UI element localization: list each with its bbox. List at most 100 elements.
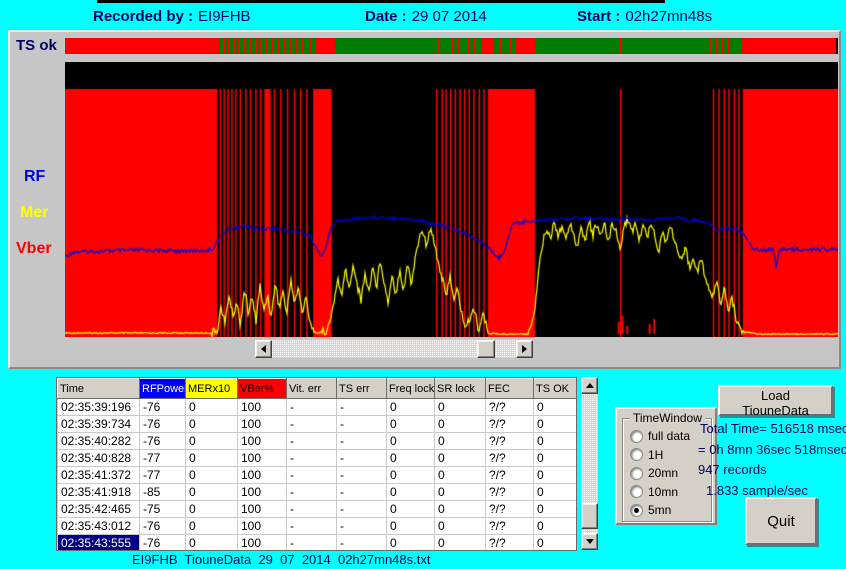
table-cell[interactable]: 02:35:43:012 — [58, 518, 140, 535]
table-cell[interactable]: 0 — [387, 501, 435, 518]
table-cell[interactable]: -77 — [140, 450, 186, 467]
table-cell[interactable]: 0 — [534, 484, 578, 501]
table-cell[interactable]: 02:35:40:282 — [58, 433, 140, 450]
table-cell[interactable]: 0 — [435, 484, 486, 501]
table-cell[interactable]: 0 — [186, 535, 238, 552]
table-scrollbar-thumb[interactable] — [581, 503, 598, 529]
table-cell[interactable]: 02:35:42:465 — [58, 501, 140, 518]
table-row[interactable]: 02:35:41:372-770100--00?/?0 — [58, 467, 578, 484]
table-cell[interactable]: 0 — [387, 467, 435, 484]
table-cell[interactable]: 02:35:39:196 — [58, 399, 140, 416]
table-cell[interactable]: 0 — [186, 484, 238, 501]
table-cell[interactable]: - — [287, 535, 337, 552]
table-cell[interactable]: 0 — [186, 518, 238, 535]
table-cell[interactable]: - — [337, 433, 387, 450]
load-tiounedata-button[interactable]: Load TiouneData — [718, 385, 833, 416]
table-cell[interactable]: - — [287, 399, 337, 416]
table-cell[interactable]: -85 — [140, 484, 186, 501]
table-cell[interactable]: 100 — [238, 416, 287, 433]
table-cell[interactable]: ?/? — [486, 535, 534, 552]
table-cell[interactable]: - — [337, 416, 387, 433]
table-row[interactable]: 02:35:39:196-760100--00?/?0 — [58, 399, 578, 416]
table-cell[interactable]: 0 — [534, 535, 578, 552]
table-cell[interactable]: - — [337, 467, 387, 484]
table-cell[interactable]: 100 — [238, 450, 287, 467]
table-cell[interactable]: 02:35:43:555 — [58, 535, 140, 552]
table-cell[interactable]: 100 — [238, 433, 287, 450]
table-cell[interactable]: 100 — [238, 501, 287, 518]
table-cell[interactable]: 0 — [387, 450, 435, 467]
table-cell[interactable]: - — [337, 399, 387, 416]
radio-5mn[interactable]: 5mn — [623, 501, 711, 520]
table-cell[interactable]: - — [337, 501, 387, 518]
table-cell[interactable]: 0 — [435, 450, 486, 467]
table-cell[interactable]: 0 — [387, 535, 435, 552]
table-cell[interactable]: 0 — [534, 399, 578, 416]
table-cell[interactable]: - — [287, 416, 337, 433]
table-cell[interactable]: - — [337, 450, 387, 467]
table-cell[interactable]: 0 — [387, 416, 435, 433]
table-cell[interactable]: 100 — [238, 467, 287, 484]
table-cell[interactable]: 0 — [435, 416, 486, 433]
table-cell[interactable]: -76 — [140, 518, 186, 535]
scroll-down-button[interactable] — [581, 533, 598, 550]
table-cell[interactable]: -76 — [140, 535, 186, 552]
radio-circle-icon[interactable] — [631, 468, 642, 479]
table-v-scrollbar[interactable] — [581, 377, 598, 550]
table-cell[interactable]: - — [337, 535, 387, 552]
table-row[interactable]: 02:35:40:828-770100--00?/?0 — [58, 450, 578, 467]
table-cell[interactable]: 0 — [435, 399, 486, 416]
scroll-right-button[interactable] — [516, 340, 533, 358]
table-cell[interactable]: 0 — [534, 450, 578, 467]
table-cell[interactable]: 0 — [435, 433, 486, 450]
table-cell[interactable]: 02:35:41:372 — [58, 467, 140, 484]
radio-circle-icon[interactable] — [631, 486, 642, 497]
table-cell[interactable]: 0 — [435, 501, 486, 518]
table-row[interactable]: 02:35:42:465-750100--00?/?0 — [58, 501, 578, 518]
table-cell[interactable]: 02:35:41:918 — [58, 484, 140, 501]
table-row[interactable]: 02:35:43:012-760100--00?/?0 — [58, 518, 578, 535]
table-cell[interactable]: 0 — [387, 484, 435, 501]
table-cell[interactable]: 100 — [238, 484, 287, 501]
radio-circle-icon[interactable] — [631, 449, 642, 460]
table-cell[interactable]: - — [287, 518, 337, 535]
table-cell[interactable]: ?/? — [486, 433, 534, 450]
radio-circle-icon[interactable] — [631, 505, 642, 516]
table-cell[interactable]: - — [287, 501, 337, 518]
table-cell[interactable]: - — [287, 467, 337, 484]
table-cell[interactable]: 100 — [238, 399, 287, 416]
table-row[interactable]: 02:35:40:282-760100--00?/?0 — [58, 433, 578, 450]
table-cell[interactable]: 0 — [534, 433, 578, 450]
table-cell[interactable]: 0 — [186, 399, 238, 416]
table-cell[interactable]: 0 — [186, 416, 238, 433]
table-cell[interactable]: 0 — [435, 518, 486, 535]
table-cell[interactable]: -76 — [140, 416, 186, 433]
table-cell[interactable]: -76 — [140, 433, 186, 450]
table-cell[interactable]: 0 — [534, 467, 578, 484]
table-cell[interactable]: 0 — [534, 416, 578, 433]
table-cell[interactable]: ?/? — [486, 399, 534, 416]
table-cell[interactable]: -76 — [140, 399, 186, 416]
table-cell[interactable]: -75 — [140, 501, 186, 518]
table-cell[interactable]: 0 — [435, 535, 486, 552]
table-cell[interactable]: 0 — [387, 433, 435, 450]
table-row[interactable]: 02:35:43:555-760100--00?/?0 — [58, 535, 578, 552]
table-row[interactable]: 02:35:39:734-760100--00?/?0 — [58, 416, 578, 433]
table-cell[interactable]: - — [287, 484, 337, 501]
scroll-up-button[interactable] — [581, 377, 598, 394]
table-cell[interactable]: 0 — [387, 399, 435, 416]
table-cell[interactable]: 100 — [238, 535, 287, 552]
table-cell[interactable]: ?/? — [486, 501, 534, 518]
table-row[interactable]: 02:35:41:918-850100--00?/?0 — [58, 484, 578, 501]
table-cell[interactable]: 0 — [186, 501, 238, 518]
table-cell[interactable]: 02:35:39:734 — [58, 416, 140, 433]
table-cell[interactable]: - — [287, 433, 337, 450]
radio-circle-icon[interactable] — [631, 431, 642, 442]
table-cell[interactable]: 100 — [238, 518, 287, 535]
table-cell[interactable]: 0 — [435, 467, 486, 484]
chart-scrollbar-thumb[interactable] — [477, 340, 495, 358]
table-cell[interactable]: 02:35:40:828 — [58, 450, 140, 467]
table-cell[interactable]: - — [337, 484, 387, 501]
quit-button[interactable]: Quit — [745, 497, 817, 545]
table-cell[interactable]: 0 — [186, 467, 238, 484]
